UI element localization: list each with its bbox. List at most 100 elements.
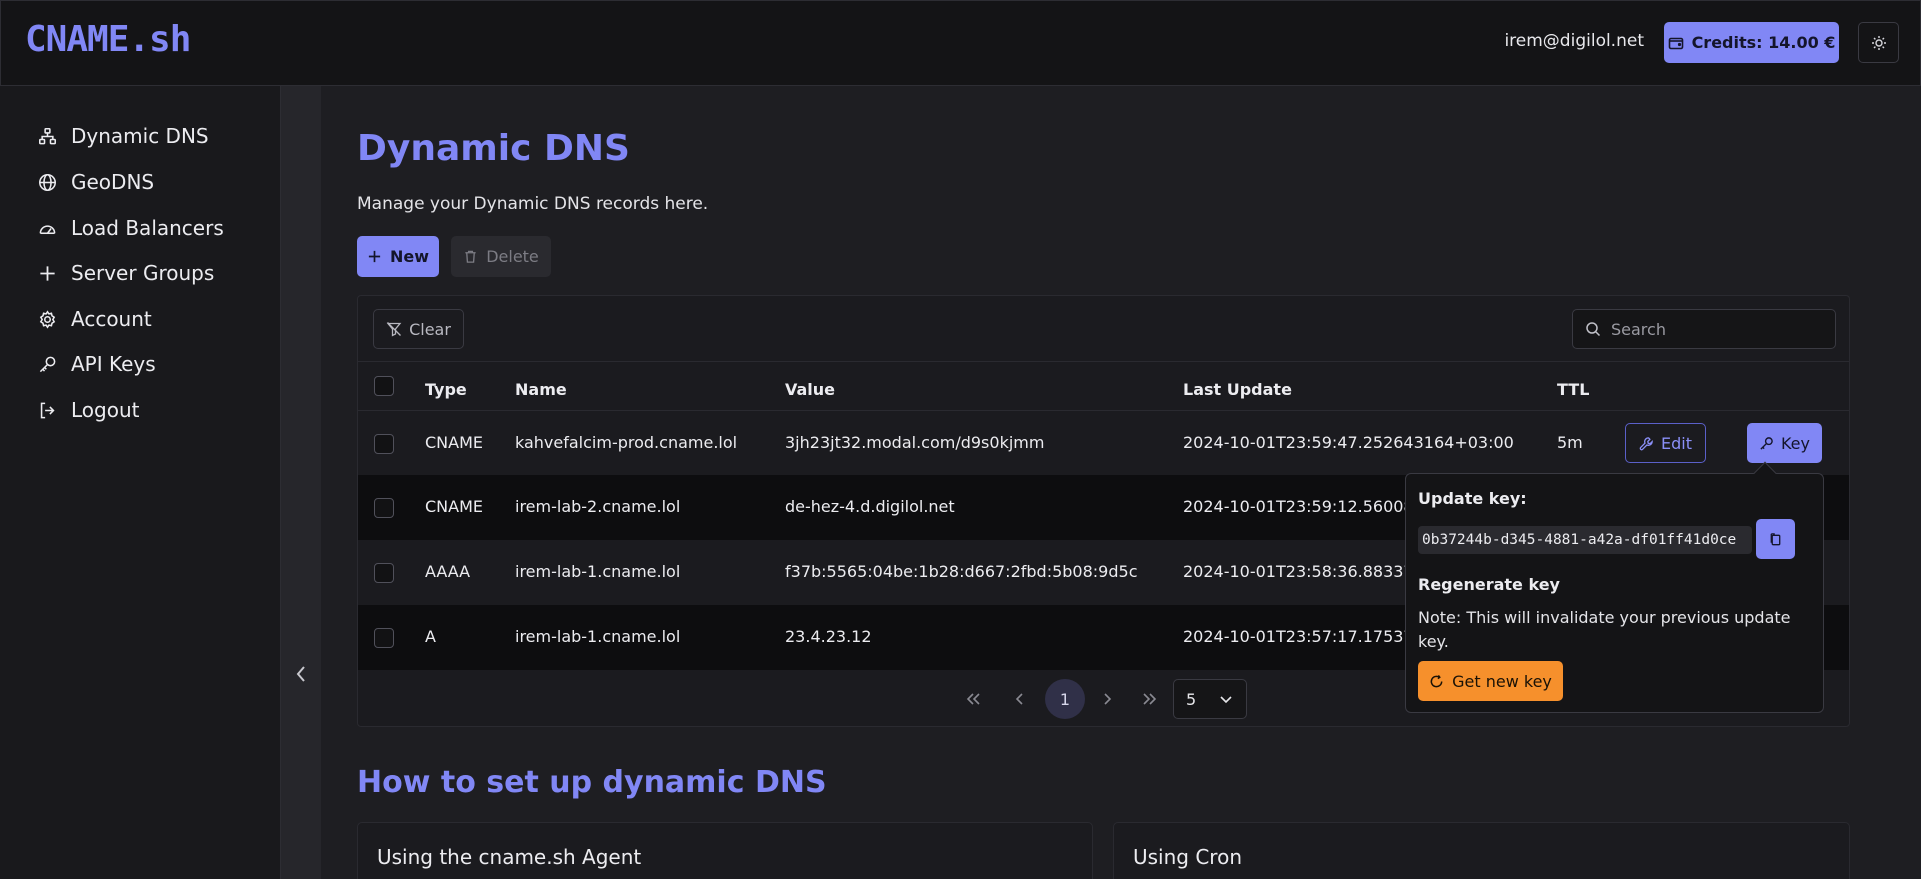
top-header: CNAME.sh irem@digilol.net Credits: 14.00… [0, 0, 1921, 86]
gauge-icon [39, 224, 56, 234]
cell-value: 3jh23jt32.modal.com/d9s0kjmm [785, 433, 1045, 452]
sidebar-item-geodns[interactable]: GeoDNS [38, 170, 154, 194]
next-page-button[interactable] [1100, 679, 1114, 719]
user-email: irem@digilol.net [1504, 31, 1644, 51]
sidebar: Dynamic DNS GeoDNS Load Balancers Server… [0, 86, 281, 879]
sidebar-item-load-balancers[interactable]: Load Balancers [38, 216, 224, 240]
page-size-value: 5 [1186, 689, 1197, 709]
cell-value: f37b:5565:04be:1b28:d667:2fbd:5b08:9d5c [785, 562, 1138, 581]
key-label: Key [1780, 433, 1810, 453]
chevrons-right-icon [1143, 693, 1157, 705]
chevron-down-icon [1220, 696, 1232, 704]
clear-filter-button[interactable]: Clear [373, 309, 464, 349]
plus-icon [40, 265, 55, 281]
sidebar-item-label: GeoDNS [71, 170, 155, 194]
get-new-key-button[interactable]: Get new key [1418, 661, 1563, 701]
column-header-value[interactable]: Value [785, 380, 835, 399]
sidebar-item-label: Dynamic DNS [71, 124, 209, 148]
cell-type: AAAA [425, 562, 471, 581]
sun-icon [1871, 35, 1886, 50]
sidebar-item-label: API Keys [71, 352, 156, 376]
chevron-left-icon [296, 666, 305, 682]
filter-clear-icon [386, 322, 402, 337]
row-checkbox[interactable] [374, 434, 394, 454]
plus-icon [368, 250, 381, 263]
sidebar-gutter [281, 86, 321, 879]
logout-icon [40, 402, 55, 418]
wrench-icon [1639, 436, 1653, 450]
column-header-type[interactable]: Type [425, 380, 467, 399]
column-header-ttl[interactable]: TTL [1557, 380, 1589, 399]
cell-last-update: 2024-10-01T23:59:47.252643164+03:00 [1183, 433, 1514, 452]
sidebar-item-dynamic-dns[interactable]: Dynamic DNS [38, 124, 209, 148]
cell-last-update: 2024-10-01T23:58:36.88337 [1183, 562, 1414, 581]
first-page-button[interactable] [964, 679, 982, 719]
chevrons-left-icon [966, 693, 980, 705]
card-title: Using the cname.sh Agent [377, 845, 642, 869]
cell-name: irem-lab-1.cname.lol [515, 562, 681, 581]
row-checkbox[interactable] [374, 563, 394, 583]
theme-toggle-button[interactable] [1858, 22, 1899, 63]
regenerate-note: Note: This will invalidate your previous… [1418, 608, 1791, 651]
credits-button[interactable]: Credits: 14.00 € [1664, 22, 1839, 63]
search-box [1572, 309, 1836, 349]
logo[interactable]: CNAME.sh [25, 19, 191, 60]
edit-button[interactable]: Edit [1625, 423, 1706, 463]
sidebar-item-label: Load Balancers [71, 216, 224, 240]
row-checkbox[interactable] [374, 498, 394, 518]
setup-section-title: How to set up dynamic DNS [357, 765, 827, 800]
sidebar-item-api-keys[interactable]: API Keys [38, 352, 156, 376]
update-key-popover: Update key: 0b37244b-d345-4881-a42a-df01… [1405, 473, 1824, 713]
clear-label: Clear [409, 319, 451, 339]
network-icon [39, 127, 56, 144]
row-checkbox[interactable] [374, 628, 394, 648]
table-toolbar: Clear [358, 296, 1849, 362]
wallet-icon [1668, 37, 1683, 49]
column-header-last-update[interactable]: Last Update [1183, 380, 1292, 399]
credits-label: Credits: 14.00 € [1691, 33, 1836, 52]
cell-value: 23.4.23.12 [785, 627, 872, 646]
cell-type: CNAME [425, 497, 483, 516]
regenerate-key-label: Regenerate key [1418, 575, 1560, 594]
sidebar-item-label: Logout [71, 398, 140, 422]
page-size-select[interactable]: 5 [1173, 679, 1247, 719]
chevron-left-icon [1015, 693, 1023, 705]
collapse-sidebar-button[interactable] [293, 662, 309, 691]
table-row[interactable]: CNAME kahvefalcim-prod.cname.lol 3jh23jt… [358, 410, 1849, 475]
key-button[interactable]: Key [1747, 423, 1822, 463]
cell-value: de-hez-4.d.digilol.net [785, 497, 955, 516]
card-title: Using Cron [1133, 845, 1243, 869]
sidebar-item-label: Server Groups [71, 261, 215, 285]
cell-name: irem-lab-2.cname.lol [515, 497, 681, 516]
gear-icon [39, 309, 56, 329]
search-input[interactable] [1611, 319, 1811, 339]
last-page-button[interactable] [1141, 679, 1159, 719]
select-all-checkbox[interactable] [374, 376, 394, 396]
globe-icon [39, 173, 56, 191]
sidebar-item-account[interactable]: Account [38, 307, 152, 331]
update-key-label: Update key: [1418, 489, 1527, 508]
cell-ttl: 5m [1557, 433, 1583, 452]
new-record-button[interactable]: New [357, 236, 439, 277]
current-page-button[interactable]: 1 [1045, 679, 1085, 719]
copy-icon [1770, 532, 1781, 545]
chevron-right-icon [1104, 693, 1112, 705]
get-new-key-label: Get new key [1452, 671, 1552, 691]
sidebar-item-logout[interactable]: Logout [38, 398, 139, 422]
sidebar-item-server-groups[interactable]: Server Groups [38, 261, 214, 285]
cell-name: irem-lab-1.cname.lol [515, 627, 681, 646]
delete-button[interactable]: Delete [451, 236, 551, 277]
update-key-value[interactable]: 0b37244b-d345-4881-a42a-df01ff41d0ce [1418, 526, 1752, 554]
key-icon [1760, 436, 1773, 450]
column-header-name[interactable]: Name [515, 380, 567, 399]
sidebar-item-label: Account [71, 307, 152, 331]
cell-type: A [425, 627, 436, 646]
cell-name: kahvefalcim-prod.cname.lol [515, 433, 738, 452]
previous-page-button[interactable] [1013, 679, 1027, 719]
copy-key-button[interactable] [1756, 519, 1795, 559]
delete-label: Delete [486, 247, 539, 266]
cell-type: CNAME [425, 433, 483, 452]
cron-setup-card: Using Cron [1113, 822, 1850, 879]
page-title: Dynamic DNS [357, 128, 630, 169]
agent-setup-card: Using the cname.sh Agent [357, 822, 1093, 879]
